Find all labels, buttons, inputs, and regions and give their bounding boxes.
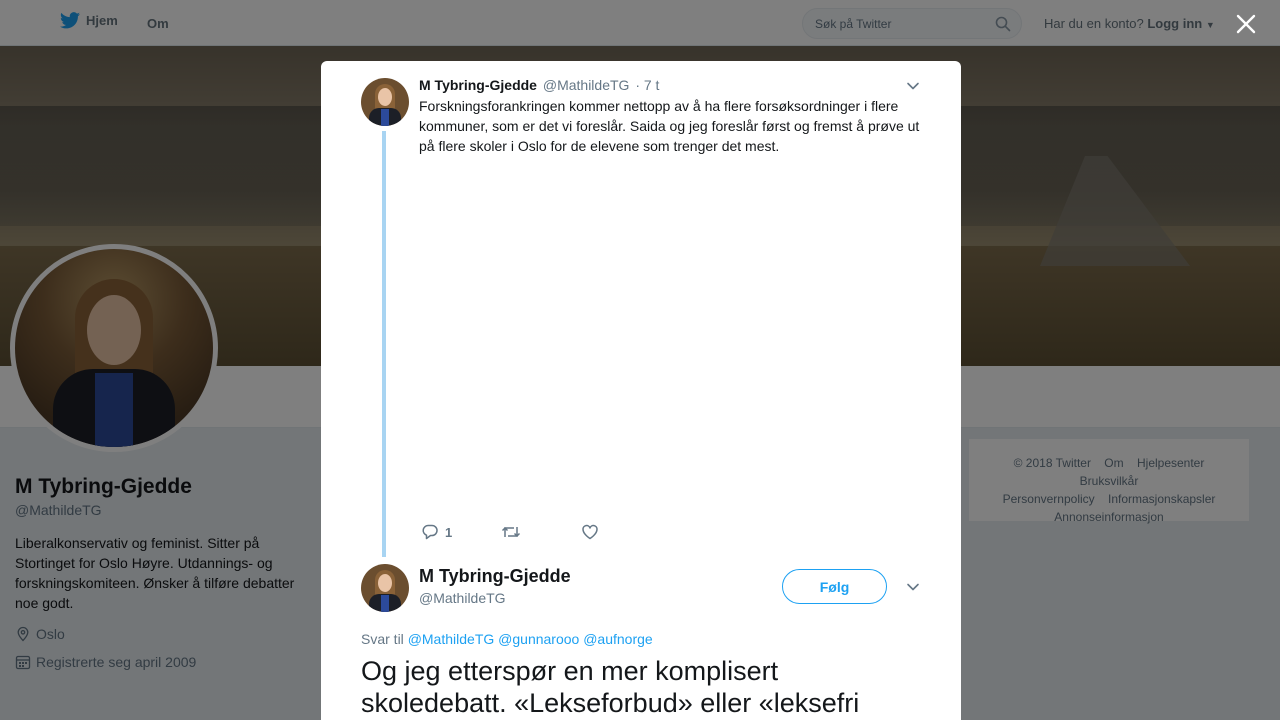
retweet-icon[interactable] bbox=[501, 523, 521, 541]
tweet-header: M Tybring-Gjedde @MathildeTG · 7 t bbox=[419, 77, 659, 93]
heart-icon[interactable] bbox=[581, 523, 599, 541]
retweet-action[interactable] bbox=[501, 523, 581, 541]
reply-context: Svar til @MathildeTG @gunnarooo @aufnorg… bbox=[361, 631, 653, 647]
like-action[interactable] bbox=[581, 523, 661, 541]
tweet-timestamp[interactable]: · 7 t bbox=[635, 77, 659, 93]
tweet-avatar[interactable] bbox=[361, 564, 409, 612]
tweet-author-name[interactable]: M Tybring-Gjedde bbox=[419, 77, 537, 93]
tweet-text: Og jeg etterspør en mer komplisert skole… bbox=[361, 656, 860, 718]
tweet-author-handle[interactable]: @MathildeTG bbox=[419, 590, 506, 606]
mention-link[interactable]: @MathildeTG bbox=[408, 631, 495, 647]
mention-link[interactable]: @aufnorge bbox=[583, 631, 652, 647]
mention-link[interactable]: @gunnarooo bbox=[498, 631, 579, 647]
tweet-actions: 1 bbox=[421, 523, 661, 541]
close-icon[interactable] bbox=[1236, 14, 1256, 34]
reply-count: 1 bbox=[445, 524, 453, 540]
chevron-down-icon[interactable] bbox=[906, 79, 920, 93]
tweet-modal: M Tybring-Gjedde @MathildeTG · 7 t Forsk… bbox=[321, 61, 961, 720]
chevron-down-icon[interactable] bbox=[906, 580, 920, 594]
reply-icon[interactable] bbox=[421, 523, 439, 541]
reply-prefix: Svar til bbox=[361, 631, 404, 647]
thread-connector-line bbox=[382, 131, 386, 557]
tweet-avatar[interactable] bbox=[361, 78, 409, 126]
tweet-text: Forskningsforankringen kommer nettopp av… bbox=[419, 98, 920, 154]
tweet-author-name[interactable]: M Tybring-Gjedde bbox=[419, 566, 571, 587]
reply-action[interactable]: 1 bbox=[421, 523, 501, 541]
follow-button[interactable]: Følg bbox=[782, 569, 887, 604]
tweet-author-handle[interactable]: @MathildeTG bbox=[543, 77, 630, 93]
